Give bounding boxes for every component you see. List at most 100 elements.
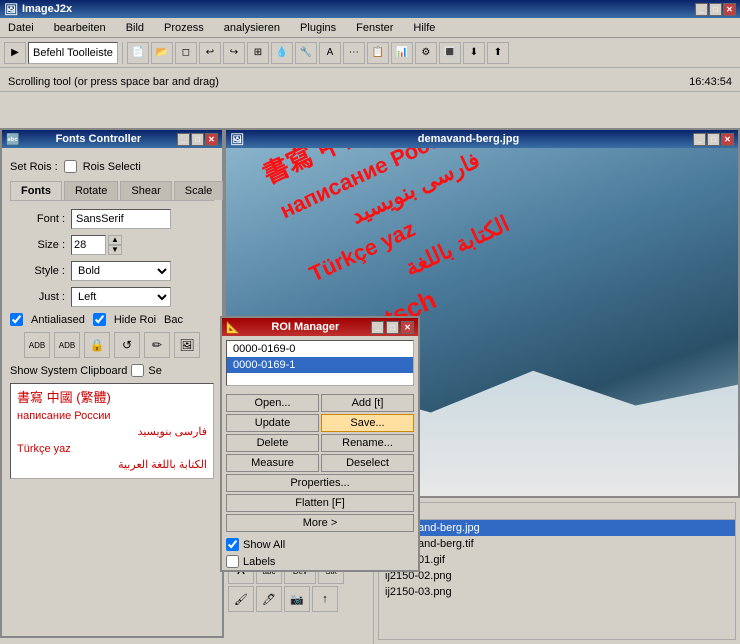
roi-add-button[interactable]: Add [t]	[321, 394, 414, 412]
app-title-bar: 🖼 ImageJ2x _ □ ✕	[0, 0, 740, 18]
toolbar-btn-15[interactable]: ⬇	[463, 42, 485, 64]
image-title-bar: 🖼 demavand-berg.jpg _ □ ✕	[226, 130, 738, 148]
menu-hilfe[interactable]: Hilfe	[409, 20, 439, 36]
roi-show-all-row: Show All	[222, 536, 418, 553]
menu-analysieren[interactable]: analysieren	[220, 20, 284, 36]
image-close-button[interactable]: ✕	[721, 133, 734, 146]
toolbar-btn-14[interactable]: 🔳	[439, 42, 461, 64]
refresh-btn[interactable]: ↺	[114, 332, 140, 358]
font-input[interactable]	[71, 209, 171, 229]
roi-flatten-button[interactable]: Flatten [F]	[226, 494, 414, 512]
add-db-btn[interactable]: ADB	[24, 332, 50, 358]
fonts-window: 🔤 Fonts Controller _ □ ✕ Set Rois : Rois…	[0, 128, 224, 638]
toolbar-btn-6[interactable]: ⊞	[247, 42, 269, 64]
show-sys-checkbox[interactable]	[131, 364, 144, 377]
play-button[interactable]: ▶	[4, 42, 26, 64]
toolbar-btn-1[interactable]: 📄	[127, 42, 149, 64]
toolbar-btn-3[interactable]: ◻	[175, 42, 197, 64]
style-select[interactable]: Bold Plain Italic	[71, 261, 171, 281]
image-icon: 🖼	[230, 133, 244, 146]
size-row: Size : ▲ ▼	[10, 235, 214, 255]
status-time: 16:43:54	[689, 76, 732, 88]
fonts-maximize-button[interactable]: □	[191, 133, 204, 146]
preview-line-5: الكتابة باللغة العربية	[17, 457, 207, 474]
size-input[interactable]	[71, 235, 106, 255]
file-item-1[interactable]: demavand-berg.tif	[379, 536, 735, 552]
toolbar-btn-8[interactable]: 🔧	[295, 42, 317, 64]
file-item-0[interactable]: demavand-berg.jpg	[379, 520, 735, 536]
size-up-arrow[interactable]: ▲	[108, 235, 122, 245]
arrow-tool[interactable]: ↑	[312, 586, 338, 612]
toolbar-btn-5[interactable]: ↪	[223, 42, 245, 64]
roi-close-button[interactable]: ✕	[401, 321, 414, 334]
toolbar-btn-11[interactable]: 📋	[367, 42, 389, 64]
tab-shear[interactable]: Shear	[120, 181, 171, 200]
labels-checkbox[interactable]	[226, 555, 239, 568]
hide-roi-checkbox[interactable]	[93, 313, 106, 326]
roi-deselect-button[interactable]: Deselect	[321, 454, 414, 472]
style-row: Style : Bold Plain Italic	[10, 261, 214, 281]
toolbar-btn-2[interactable]: 📂	[151, 42, 173, 64]
roi-item-0[interactable]: 0000-0169-0	[227, 341, 413, 357]
roi-properties-button[interactable]: Properties...	[226, 474, 414, 492]
show-all-label: Show All	[243, 539, 285, 551]
just-label: Just :	[10, 291, 65, 303]
roi-item-1[interactable]: 0000-0169-1	[227, 357, 413, 373]
tab-scale[interactable]: Scale	[174, 181, 224, 200]
roi-save-button[interactable]: Save...	[321, 414, 414, 432]
menu-bearbeiten[interactable]: bearbeiten	[50, 20, 110, 36]
image-minimize-button[interactable]: _	[693, 133, 706, 146]
image-maximize-button[interactable]: □	[707, 133, 720, 146]
close-button[interactable]: ✕	[723, 3, 736, 16]
se-label: Se	[148, 365, 161, 377]
maximize-button[interactable]: □	[709, 3, 722, 16]
font-row: Font :	[10, 209, 214, 229]
roi-more-button[interactable]: More >	[226, 514, 414, 532]
roi-delete-button[interactable]: Delete	[226, 434, 319, 452]
options-row: Antialiased Hide Roi Bac	[10, 313, 214, 326]
add-db-btn2[interactable]: ADB	[54, 332, 80, 358]
toolbar-btn-7[interactable]: 💧	[271, 42, 293, 64]
toolbar-btn-16[interactable]: ⬆	[487, 42, 509, 64]
menu-bild[interactable]: Bild	[122, 20, 148, 36]
rois-selection-label: Rois Selecti	[83, 161, 141, 173]
fonts-close-button[interactable]: ✕	[205, 133, 218, 146]
toolbar-btn-12[interactable]: 📊	[391, 42, 413, 64]
toolbar-btn-9[interactable]: A	[319, 42, 341, 64]
file-panel-header: File	[379, 503, 735, 520]
menu-prozess[interactable]: Prozess	[160, 20, 208, 36]
menu-plugins[interactable]: Plugins	[296, 20, 340, 36]
size-down-arrow[interactable]: ▼	[108, 245, 122, 255]
roi-minimize-button[interactable]: _	[371, 321, 384, 334]
file-item-3[interactable]: ij2150-02.png	[379, 568, 735, 584]
antialiased-checkbox[interactable]	[10, 313, 23, 326]
just-select[interactable]: Left Center Right	[71, 287, 171, 307]
file-panel: File demavand-berg.jpg demavand-berg.tif…	[378, 502, 736, 640]
size-group: ▲ ▼	[71, 235, 122, 255]
menu-fenster[interactable]: Fenster	[352, 20, 397, 36]
roi-open-button[interactable]: Open...	[226, 394, 319, 412]
pen-tool[interactable]: 🖊	[256, 586, 282, 612]
camera-tool[interactable]: 📷	[284, 586, 310, 612]
brush-tool[interactable]: 🖌	[228, 586, 254, 612]
edit-btn[interactable]: ✏	[144, 332, 170, 358]
show-all-checkbox[interactable]	[226, 538, 239, 551]
image-btn[interactable]: 🖼	[174, 332, 200, 358]
roi-update-button[interactable]: Update	[226, 414, 319, 432]
toolbar-btn-4[interactable]: ↩	[199, 42, 221, 64]
set-rois-checkbox[interactable]	[64, 160, 77, 173]
app-title: ImageJ2x	[22, 3, 72, 15]
tab-rotate[interactable]: Rotate	[64, 181, 118, 200]
toolbar-btn-13[interactable]: ⚙	[415, 42, 437, 64]
lock-btn[interactable]: 🔒	[84, 332, 110, 358]
roi-measure-button[interactable]: Measure	[226, 454, 319, 472]
file-item-2[interactable]: ij2150-01.gif	[379, 552, 735, 568]
tab-fonts[interactable]: Fonts	[10, 181, 62, 200]
menu-datei[interactable]: Datei	[4, 20, 38, 36]
file-item-4[interactable]: ij2150-03.png	[379, 584, 735, 600]
toolbar-btn-10[interactable]: ⋯	[343, 42, 365, 64]
roi-rename-button[interactable]: Rename...	[321, 434, 414, 452]
roi-maximize-button[interactable]: □	[386, 321, 399, 334]
minimize-button[interactable]: _	[695, 3, 708, 16]
fonts-minimize-button[interactable]: _	[177, 133, 190, 146]
